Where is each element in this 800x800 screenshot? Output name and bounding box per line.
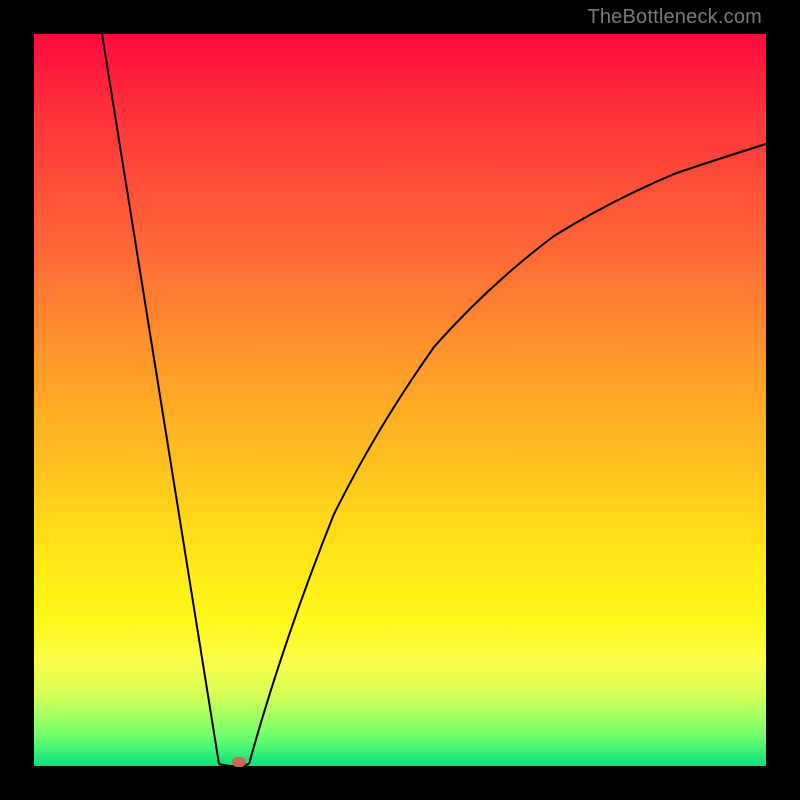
chart-frame: TheBottleneck.com: [0, 0, 800, 800]
curve-left-leg: [102, 34, 219, 764]
attribution-label: TheBottleneck.com: [587, 6, 762, 29]
bottleneck-curve: [34, 34, 766, 766]
plot-area: [34, 34, 766, 766]
optimal-marker: [232, 757, 246, 767]
curve-right-leg: [249, 144, 766, 764]
